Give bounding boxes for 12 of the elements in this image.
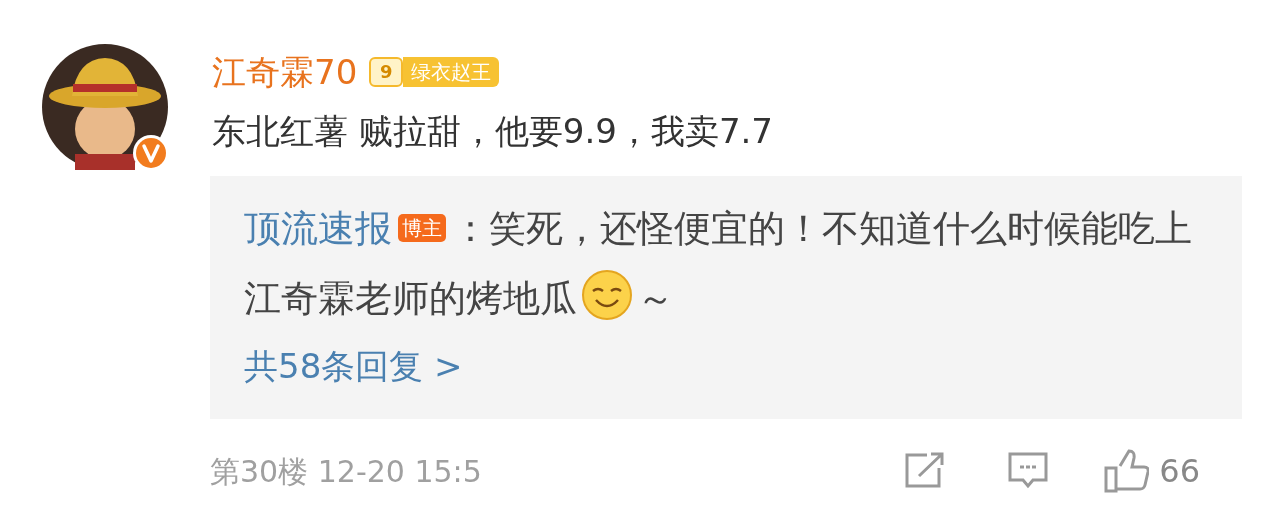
like-count: 66: [1159, 451, 1200, 492]
reply-author[interactable]: 顶流速报: [244, 207, 392, 250]
more-replies-link[interactable]: 共58条回复 >: [244, 336, 463, 396]
reply-text: 顶流速报 博主 ：笑死，还怪便宜的！不知道什么时候能吃上江奇霖老师的烤地瓜 ～: [244, 206, 1193, 323]
author-name[interactable]: 江奇霖70: [212, 55, 358, 89]
floor-time: 第30楼 12-20 15:5: [210, 452, 482, 491]
share-icon[interactable]: [903, 452, 946, 490]
blogger-tag: 博主: [398, 214, 446, 242]
comment-text: 东北红薯 贼拉甜，他要9.9，我卖7.7: [212, 114, 774, 148]
like-icon[interactable]: [1103, 449, 1150, 493]
avatar[interactable]: [42, 44, 168, 170]
smiley-emoji-icon: [581, 269, 633, 321]
